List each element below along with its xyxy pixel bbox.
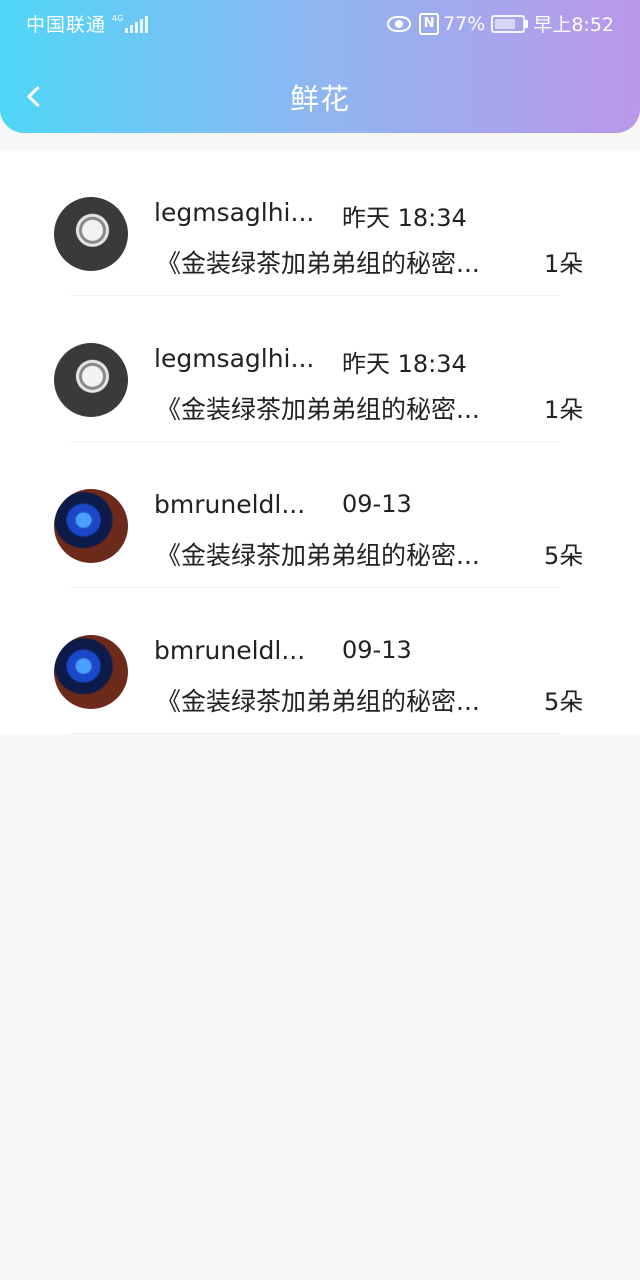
timestamp: 昨天 18:34 <box>342 350 467 378</box>
page-title: 鲜花 <box>289 82 350 116</box>
avatar[interactable] <box>54 343 128 417</box>
flower-count: 1朵 <box>544 250 584 278</box>
list-item[interactable]: bmruneldl... 09-13 《金装绿茶加弟弟组的秘密... 5朵 <box>0 442 640 588</box>
status-right: N 77% 早上8:52 <box>387 10 614 37</box>
message-text: 《金装绿茶加弟弟组的秘密... <box>156 687 480 716</box>
battery-icon <box>491 14 529 33</box>
username: legmsaglhi... <box>154 344 315 373</box>
flower-count: 5朵 <box>544 688 584 716</box>
header-bar: 中国联通 4G N 77% 早上8:52 鲜花 <box>0 0 640 133</box>
timestamp: 09-13 <box>342 636 412 664</box>
message-text: 《金装绿茶加弟弟组的秘密... <box>156 395 480 424</box>
avatar[interactable] <box>54 197 128 271</box>
flower-count: 5朵 <box>544 542 584 570</box>
avatar[interactable] <box>54 489 128 563</box>
flower-record-list: legmsaglhi... 昨天 18:34 《金装绿茶加弟弟组的秘密... 1… <box>0 150 640 734</box>
eye-comfort-icon <box>387 15 412 32</box>
battery-percent: 77% <box>443 12 486 35</box>
avatar[interactable] <box>54 635 128 709</box>
timestamp: 09-13 <box>342 490 412 518</box>
username: bmruneldl... <box>154 636 306 665</box>
list-item[interactable]: bmruneldl... 09-13 《金装绿茶加弟弟组的秘密... 5朵 <box>0 588 640 734</box>
status-left: 中国联通 4G <box>26 10 150 37</box>
list-item[interactable]: legmsaglhi... 昨天 18:34 《金装绿茶加弟弟组的秘密... 1… <box>0 150 640 296</box>
list-item[interactable]: legmsaglhi... 昨天 18:34 《金装绿茶加弟弟组的秘密... 1… <box>0 296 640 442</box>
username: legmsaglhi... <box>154 198 315 227</box>
carrier-label: 中国联通 <box>26 14 107 36</box>
clock: 早上8:52 <box>533 14 614 36</box>
message-text: 《金装绿茶加弟弟组的秘密... <box>156 249 480 278</box>
nfc-icon: N <box>419 12 440 35</box>
signal-icon: 4G <box>112 13 150 33</box>
status-bar: 中国联通 4G N 77% 早上8:52 <box>0 0 640 44</box>
timestamp: 昨天 18:34 <box>342 204 467 232</box>
divider <box>70 733 560 734</box>
username: bmruneldl... <box>154 490 306 519</box>
message-text: 《金装绿茶加弟弟组的秘密... <box>156 541 480 570</box>
network-type: 4G <box>112 13 124 23</box>
flower-count: 1朵 <box>544 396 584 424</box>
